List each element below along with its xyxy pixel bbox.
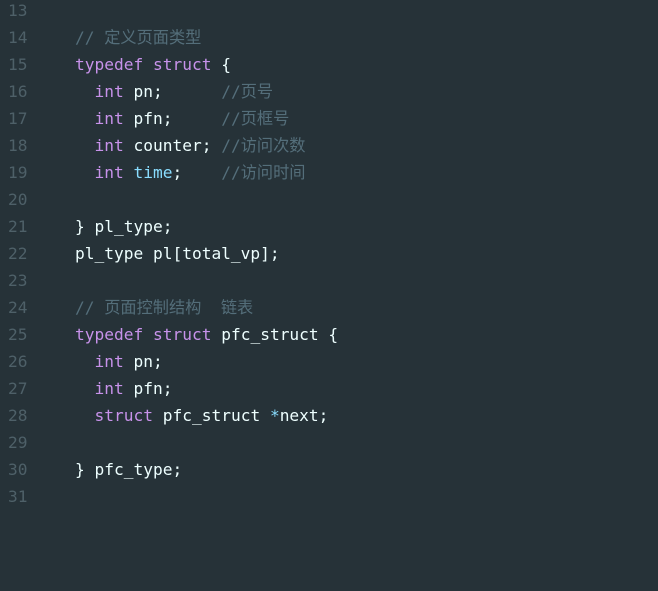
code-line-13: 13 [0, 0, 658, 24]
line-code: struct pfc_struct *next; [75, 402, 329, 429]
line-number: 26 [8, 352, 28, 371]
code-line-15: 15 typedef struct { [0, 51, 658, 78]
line-number: 20 [8, 190, 28, 209]
line-code: int pfn; //页框号 [75, 105, 290, 132]
code-text: } pl_type; [75, 217, 173, 236]
comment-text: // 页面控制结构 链表 [75, 298, 254, 317]
identifier-time: time [133, 163, 173, 182]
code-line-30: 30 } pfc_type; [0, 456, 658, 483]
line-code: int counter; //访问次数 [75, 132, 306, 159]
code-line-28: 28 struct pfc_struct *next; [0, 402, 658, 429]
line-code: int pfn; [75, 375, 173, 402]
code-line-17: 17 int pfn; //页框号 [0, 105, 658, 132]
code-line-19: 19 int time; //访问时间 [0, 159, 658, 186]
code-line-25: 25 typedef struct pfc_struct { [0, 321, 658, 348]
line-number: 18 [8, 136, 28, 155]
line-code: } pl_type; [75, 213, 172, 240]
line-number: 22 [8, 244, 28, 263]
code-text: next; [279, 406, 329, 425]
code-text: } pfc_type; [75, 460, 183, 479]
code-line-31: 31 [0, 483, 658, 510]
code-line-16: 16 int pn; //页号 [0, 78, 658, 105]
code-line-14: 14 // 定义页面类型 [0, 24, 658, 51]
keyword-int: int [94, 136, 124, 155]
line-code: int pn; [75, 348, 163, 375]
line-number: 24 [8, 298, 28, 317]
code-line-23: 23 [0, 267, 658, 294]
line-number: 23 [8, 271, 28, 290]
comment-text: //访问次数 [221, 136, 306, 155]
line-number: 17 [8, 109, 28, 128]
code-line-22: 22 pl_type pl[total_vp]; [0, 240, 658, 267]
line-code: } pfc_type; [75, 456, 182, 483]
code-text: pfn; [123, 379, 173, 398]
line-number: 19 [8, 163, 28, 182]
code-text: pfc_struct [152, 406, 270, 425]
code-line-24: 24 // 页面控制结构 链表 [0, 294, 658, 321]
comment-text: //页框号 [221, 109, 290, 128]
code-line-27: 27 int pfn; [0, 375, 658, 402]
line-number: 14 [8, 28, 28, 47]
code-line-26: 26 int pn; [0, 348, 658, 375]
code-text: counter; [123, 136, 222, 155]
line-code: // 定义页面类型 [75, 24, 201, 51]
line-code: int time; //访问时间 [75, 159, 306, 186]
code-text: pl_type pl[total_vp]; [75, 244, 280, 263]
line-number: 27 [8, 379, 28, 398]
keyword-int: int [94, 352, 124, 371]
keyword-struct: struct [94, 406, 153, 425]
code-line-21: 21 } pl_type; [0, 213, 658, 240]
keyword-typedef: typedef [75, 325, 144, 344]
code-line-29: 29 [0, 429, 658, 456]
pointer-operator: * [269, 406, 280, 425]
comment-text: //访问时间 [221, 163, 306, 182]
keyword-struct: struct [152, 325, 212, 344]
code-line-18: 18 int counter; //访问次数 [0, 132, 658, 159]
line-number: 31 [8, 487, 28, 506]
code-line-20: 20 [0, 186, 658, 213]
code-editor[interactable]: 13 14 // 定义页面类型 15 typedef struct { 16 i… [0, 0, 658, 511]
line-number: 25 [8, 325, 28, 344]
line-number: 16 [8, 82, 28, 101]
keyword-int: int [94, 163, 124, 182]
keyword-typedef: typedef [75, 55, 144, 74]
code-text: { [211, 55, 231, 74]
keyword-int: int [94, 82, 124, 101]
keyword-int: int [94, 109, 124, 128]
code-text: ; [172, 163, 222, 182]
keyword-struct: struct [152, 55, 212, 74]
code-text: pn; [123, 82, 222, 101]
line-number: 13 [8, 1, 28, 20]
code-text: pfn; [123, 109, 222, 128]
line-number: 21 [8, 217, 28, 236]
code-text: pn; [123, 352, 163, 371]
line-code: int pn; //页号 [75, 78, 274, 105]
line-number: 30 [8, 460, 28, 479]
line-code: typedef struct pfc_struct { [75, 321, 338, 348]
keyword-int: int [94, 379, 124, 398]
line-code: typedef struct { [75, 51, 231, 78]
line-code: // 页面控制结构 链表 [75, 294, 253, 321]
line-number: 29 [8, 433, 28, 452]
line-code: pl_type pl[total_vp]; [75, 240, 280, 267]
comment-text: // 定义页面类型 [75, 28, 202, 47]
code-text: pfc_struct { [211, 325, 339, 344]
comment-text: //页号 [221, 82, 274, 101]
line-number: 15 [8, 55, 28, 74]
line-number: 28 [8, 406, 28, 425]
